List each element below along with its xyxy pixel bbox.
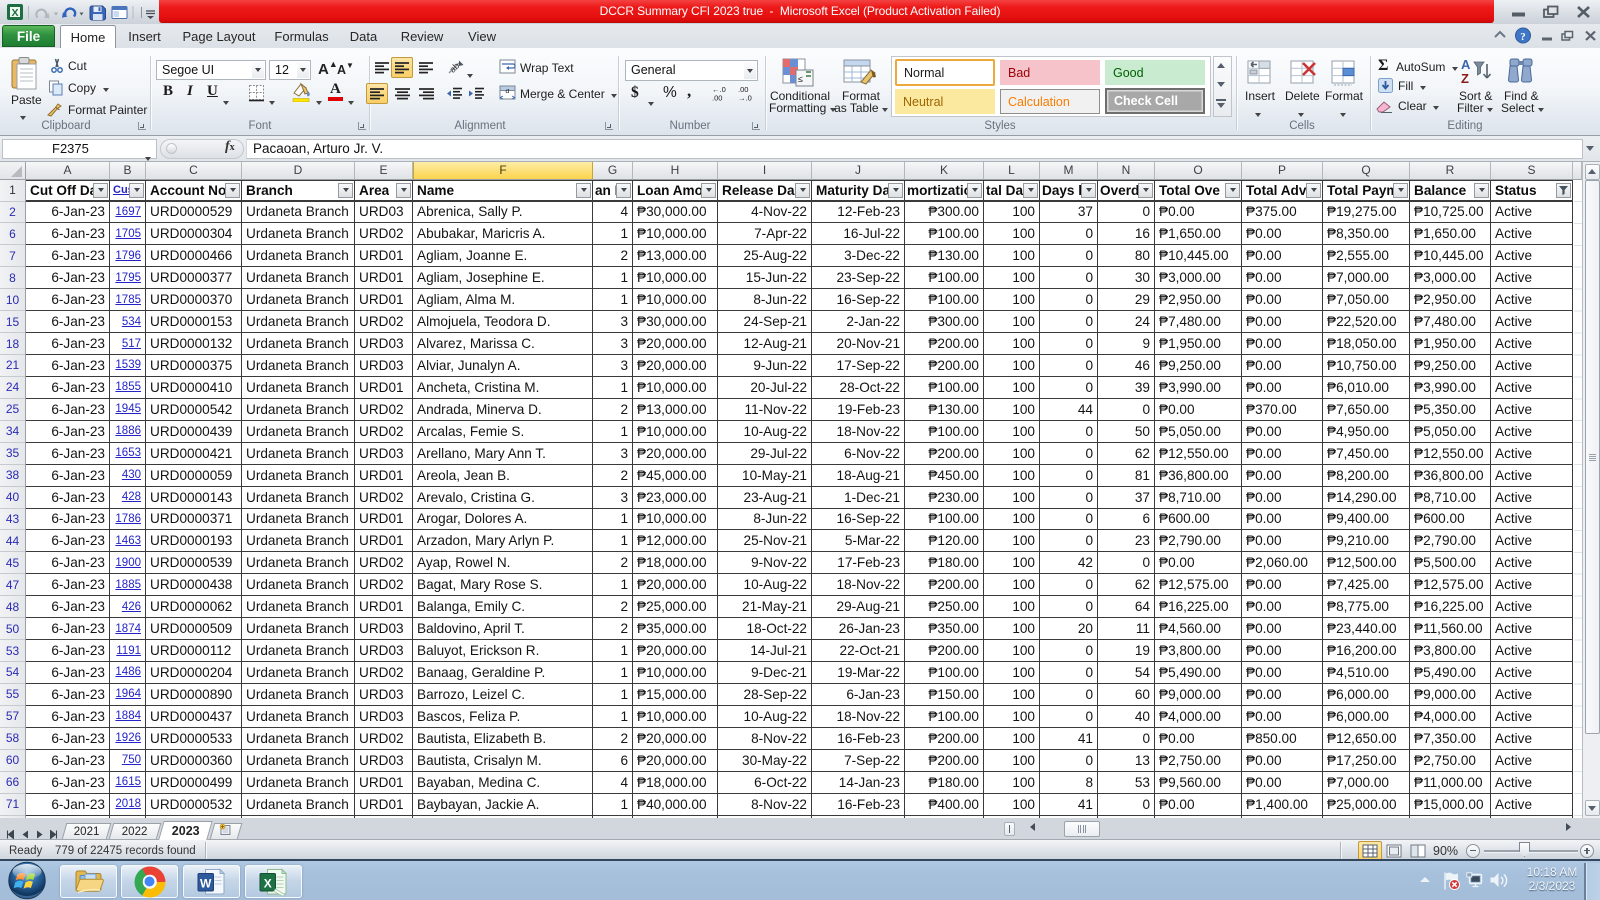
svg-text:X: X [11, 7, 18, 19]
svg-text:W: W [200, 876, 212, 890]
svg-text:?: ? [1520, 31, 1526, 43]
svg-text:Z: Z [1461, 71, 1469, 86]
svg-text:.00: .00 [712, 94, 722, 103]
svg-text:a: a [506, 86, 510, 95]
svg-text:A: A [1461, 57, 1471, 72]
svg-text:X: X [263, 876, 271, 890]
svg-text:≤: ≤ [798, 74, 803, 84]
svg-text:→.0: →.0 [738, 94, 752, 103]
